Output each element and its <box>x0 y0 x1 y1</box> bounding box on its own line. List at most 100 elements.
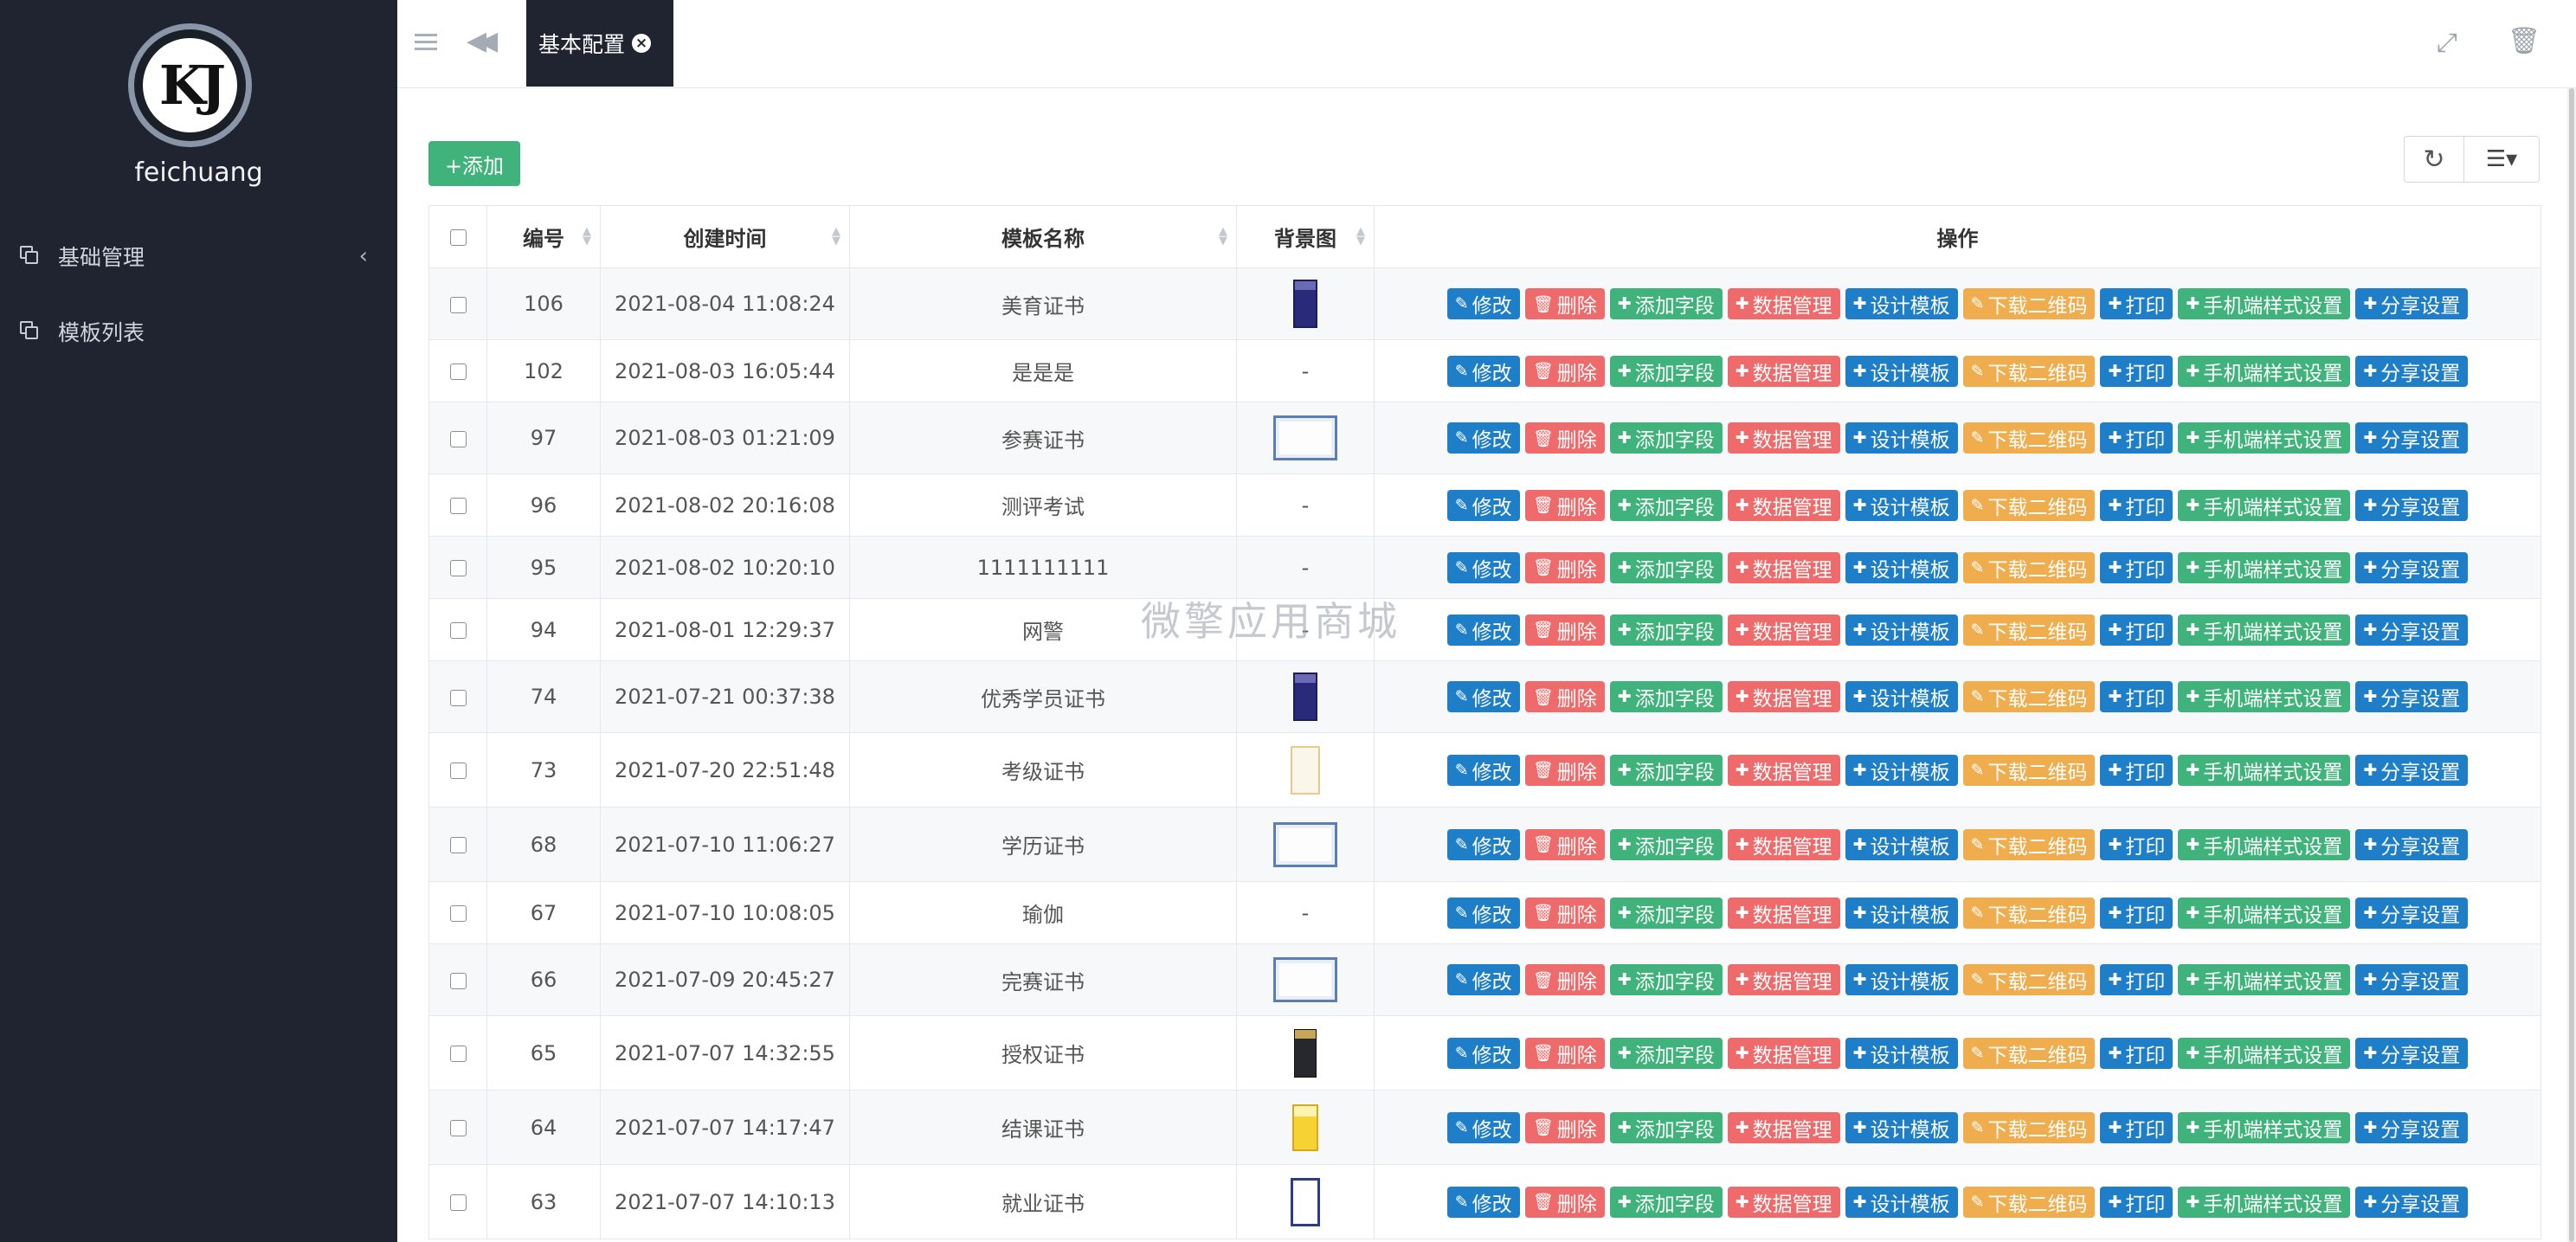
action-button[interactable]: ✚ 设计模板 <box>1845 1037 1958 1069</box>
action-button[interactable]: ✚ 打印 <box>2100 1111 2174 1143</box>
action-button[interactable]: ✚ 添加字段 <box>1609 489 1723 521</box>
row-checkbox[interactable] <box>449 763 467 779</box>
action-button[interactable]: ✚ 手机端样式设置 <box>2178 422 2351 454</box>
background-thumbnail[interactable] <box>1291 1177 1320 1226</box>
action-button[interactable]: ✚ 分享设置 <box>2355 422 2469 454</box>
action-button[interactable]: ✚ 分享设置 <box>2355 614 2469 646</box>
action-button[interactable]: ✚ 手机端样式设置 <box>2178 288 2351 319</box>
action-button[interactable]: ✚ 分享设置 <box>2355 964 2469 995</box>
action-button[interactable]: ✎ 修改 <box>1446 964 1520 995</box>
action-button[interactable]: ✎ 修改 <box>1446 681 1520 712</box>
row-checkbox[interactable] <box>449 1120 467 1136</box>
row-checkbox[interactable] <box>449 364 467 380</box>
row-checkbox[interactable] <box>449 296 467 313</box>
action-button[interactable]: ✚ 添加字段 <box>1609 897 1723 929</box>
action-button[interactable]: ✚ 设计模板 <box>1845 897 1958 929</box>
action-button[interactable]: ✚ 打印 <box>2100 754 2174 786</box>
action-button[interactable]: ✎ 下载二维码 <box>1962 288 2096 319</box>
column-header-bg[interactable]: 背景图 ▲ ▼ <box>1236 205 1375 268</box>
row-checkbox[interactable] <box>449 560 467 576</box>
action-button[interactable]: ✎ 下载二维码 <box>1962 1037 2096 1069</box>
background-thumbnail[interactable] <box>1293 672 1317 721</box>
action-button[interactable]: ✎ 修改 <box>1446 489 1520 521</box>
action-button[interactable]: ✎ 下载二维码 <box>1962 489 2096 521</box>
action-button[interactable]: ✚ 添加字段 <box>1609 422 1723 454</box>
action-button[interactable]: ✚ 分享设置 <box>2355 897 2469 929</box>
action-button[interactable]: ✎ 下载二维码 <box>1962 422 2096 454</box>
action-button[interactable]: ✚ 设计模板 <box>1845 288 1958 319</box>
fullscreen-icon[interactable]: ⤢ <box>2437 28 2457 58</box>
double-chevron-left-icon[interactable]: ◀◀ <box>467 26 498 56</box>
action-button[interactable]: ✚ 打印 <box>2100 422 2174 454</box>
action-button[interactable]: 🗑 删除 <box>1524 1111 1605 1143</box>
action-button[interactable]: ✚ 打印 <box>2100 288 2174 319</box>
vertical-scrollbar[interactable] <box>2567 88 2576 1242</box>
action-button[interactable]: ✚ 数据管理 <box>1727 551 1840 583</box>
action-button[interactable]: ✚ 设计模板 <box>1845 1111 1958 1143</box>
background-thumbnail[interactable] <box>1273 415 1337 460</box>
action-button[interactable]: ✚ 分享设置 <box>2355 681 2469 712</box>
action-button[interactable]: ✚ 添加字段 <box>1609 614 1723 646</box>
action-button[interactable]: ✚ 添加字段 <box>1609 288 1723 319</box>
row-checkbox[interactable] <box>449 972 467 989</box>
action-button[interactable]: ✎ 修改 <box>1446 422 1520 454</box>
action-button[interactable]: ✚ 设计模板 <box>1845 551 1958 583</box>
action-button[interactable]: ✚ 手机端样式设置 <box>2178 964 2351 995</box>
action-button[interactable]: ✎ 修改 <box>1446 1037 1520 1069</box>
action-button[interactable]: ✚ 数据管理 <box>1727 1037 1840 1069</box>
action-button[interactable]: 🗑 删除 <box>1524 897 1605 929</box>
action-button[interactable]: ✚ 分享设置 <box>2355 1037 2469 1069</box>
row-checkbox[interactable] <box>449 622 467 639</box>
background-thumbnail[interactable] <box>1293 280 1317 328</box>
action-button[interactable]: ✚ 数据管理 <box>1727 355 1840 387</box>
action-button[interactable]: 🗑 删除 <box>1524 964 1605 995</box>
action-button[interactable]: ✚ 手机端样式设置 <box>2178 614 2351 646</box>
action-button[interactable]: ✚ 打印 <box>2100 1037 2174 1069</box>
sidebar-item-basic-management[interactable]: 基础管理 ‹ <box>0 231 397 281</box>
action-button[interactable]: ✚ 手机端样式设置 <box>2178 897 2351 929</box>
action-button[interactable]: ✚ 添加字段 <box>1609 681 1723 712</box>
action-button[interactable]: ✎ 修改 <box>1446 1111 1520 1143</box>
action-button[interactable]: ✚ 分享设置 <box>2355 1111 2469 1143</box>
action-button[interactable]: ✚ 设计模板 <box>1845 754 1958 786</box>
action-button[interactable]: ✎ 修改 <box>1446 897 1520 929</box>
row-checkbox[interactable] <box>449 689 467 706</box>
action-button[interactable]: ✚ 打印 <box>2100 681 2174 712</box>
action-button[interactable]: ✚ 设计模板 <box>1845 1186 1958 1218</box>
action-button[interactable]: ✚ 分享设置 <box>2355 355 2469 387</box>
action-button[interactable]: ✎ 修改 <box>1446 1186 1520 1218</box>
action-button[interactable]: ✎ 修改 <box>1446 828 1520 860</box>
action-button[interactable]: ✚ 手机端样式设置 <box>2178 828 2351 860</box>
action-button[interactable]: ✎ 下载二维码 <box>1962 964 2096 995</box>
action-button[interactable]: ✚ 设计模板 <box>1845 614 1958 646</box>
action-button[interactable]: ✎ 下载二维码 <box>1962 897 2096 929</box>
action-button[interactable]: ✚ 设计模板 <box>1845 681 1958 712</box>
action-button[interactable]: ✚ 分享设置 <box>2355 828 2469 860</box>
action-button[interactable]: 🗑 删除 <box>1524 828 1605 860</box>
action-button[interactable]: ✚ 数据管理 <box>1727 681 1840 712</box>
action-button[interactable]: ✚ 手机端样式设置 <box>2178 1186 2351 1218</box>
action-button[interactable]: ✚ 数据管理 <box>1727 1186 1840 1218</box>
action-button[interactable]: ✚ 手机端样式设置 <box>2178 489 2351 521</box>
action-button[interactable]: ✚ 添加字段 <box>1609 355 1723 387</box>
action-button[interactable]: ✚ 手机端样式设置 <box>2178 1037 2351 1069</box>
action-button[interactable]: 🗑 删除 <box>1524 614 1605 646</box>
menu-toggle-icon[interactable] <box>413 29 439 55</box>
action-button[interactable]: ✚ 设计模板 <box>1845 964 1958 995</box>
action-button[interactable]: ✚ 添加字段 <box>1609 964 1723 995</box>
action-button[interactable]: ✎ 下载二维码 <box>1962 551 2096 583</box>
action-button[interactable]: 🗑 删除 <box>1524 681 1605 712</box>
action-button[interactable]: ✚ 打印 <box>2100 897 2174 929</box>
action-button[interactable]: ✚ 数据管理 <box>1727 288 1840 319</box>
background-thumbnail[interactable] <box>1292 1104 1318 1151</box>
action-button[interactable]: ✚ 设计模板 <box>1845 489 1958 521</box>
action-button[interactable]: ✎ 修改 <box>1446 754 1520 786</box>
action-button[interactable]: ✚ 设计模板 <box>1845 828 1958 860</box>
tab-basic-config[interactable]: 基本配置 × <box>526 0 673 87</box>
action-button[interactable]: ✚ 打印 <box>2100 1186 2174 1218</box>
action-button[interactable]: ✎ 下载二维码 <box>1962 681 2096 712</box>
action-button[interactable]: 🗑 删除 <box>1524 288 1605 319</box>
action-button[interactable]: ✎ 下载二维码 <box>1962 1186 2096 1218</box>
action-button[interactable]: ✚ 打印 <box>2100 614 2174 646</box>
action-button[interactable]: ✚ 打印 <box>2100 964 2174 995</box>
